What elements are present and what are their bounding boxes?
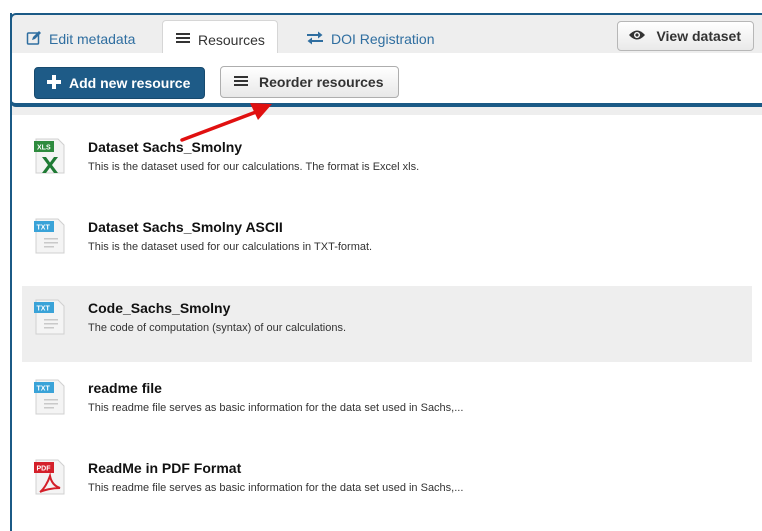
text-file-icon: TXT <box>32 217 68 260</box>
resource-title[interactable]: Code_Sachs_Smolny <box>88 300 230 316</box>
resource-item[interactable]: TXT readme file This readme file serves … <box>22 366 752 442</box>
resource-description: This readme file serves as basic informa… <box>88 402 464 414</box>
resource-item[interactable]: PDF ReadMe in PDF Format This readme fil… <box>22 446 752 522</box>
tab-doi-registration-label: DOI Registration <box>331 31 435 47</box>
resource-item[interactable]: TXT Dataset Sachs_Smolny ASCII This is t… <box>22 205 752 281</box>
svg-text:TXT: TXT <box>37 386 51 393</box>
text-file-icon: TXT <box>32 298 68 341</box>
eye-icon <box>628 28 646 44</box>
edit-icon <box>26 30 42 49</box>
list-icon <box>175 31 191 48</box>
pdf-file-icon: PDF <box>32 458 68 501</box>
list-icon <box>233 74 249 91</box>
text-file-icon: TXT <box>32 378 68 421</box>
resource-title[interactable]: readme file <box>88 380 162 396</box>
resource-item[interactable]: TXT Code_Sachs_Smolny The code of comput… <box>22 286 752 362</box>
resource-title[interactable]: ReadMe in PDF Format <box>88 460 241 476</box>
tab-edit-metadata[interactable]: Edit metadata <box>14 21 147 57</box>
reorder-resources-button[interactable]: Reorder resources <box>220 66 399 98</box>
resource-description: The code of computation (syntax) of our … <box>88 322 347 334</box>
resource-title[interactable]: Dataset Sachs_Smolny ASCII <box>88 219 283 235</box>
view-dataset-button[interactable]: View dataset <box>617 21 754 51</box>
resource-description: This is the dataset used for our calcula… <box>88 241 373 253</box>
svg-text:TXT: TXT <box>37 225 51 232</box>
tab-resources-label: Resources <box>198 31 265 48</box>
add-new-resource-button[interactable]: Add new resource <box>34 67 206 99</box>
add-new-resource-label: Add new resource <box>69 75 191 91</box>
resource-description: This is the dataset used for our calcula… <box>88 161 420 173</box>
resource-description: This readme file serves as basic informa… <box>88 482 464 494</box>
svg-text:PDF: PDF <box>37 466 52 473</box>
view-dataset-label: View dataset <box>656 28 741 44</box>
plus-icon <box>47 74 61 92</box>
tab-doi-registration[interactable]: DOI Registration <box>294 21 446 57</box>
resource-title[interactable]: Dataset Sachs_Smolny <box>88 139 242 155</box>
svg-text:XLS: XLS <box>37 145 51 152</box>
reorder-resources-label: Reorder resources <box>259 74 384 90</box>
resource-toolbar: Add new resource Reorder resources <box>10 53 762 107</box>
svg-text:TXT: TXT <box>37 306 51 313</box>
excel-file-icon: XLS <box>32 137 68 180</box>
tab-edit-metadata-label: Edit metadata <box>49 31 136 47</box>
resource-item[interactable]: XLS Dataset Sachs_Smolny This is the dat… <box>22 125 752 201</box>
exchange-icon <box>306 31 324 48</box>
